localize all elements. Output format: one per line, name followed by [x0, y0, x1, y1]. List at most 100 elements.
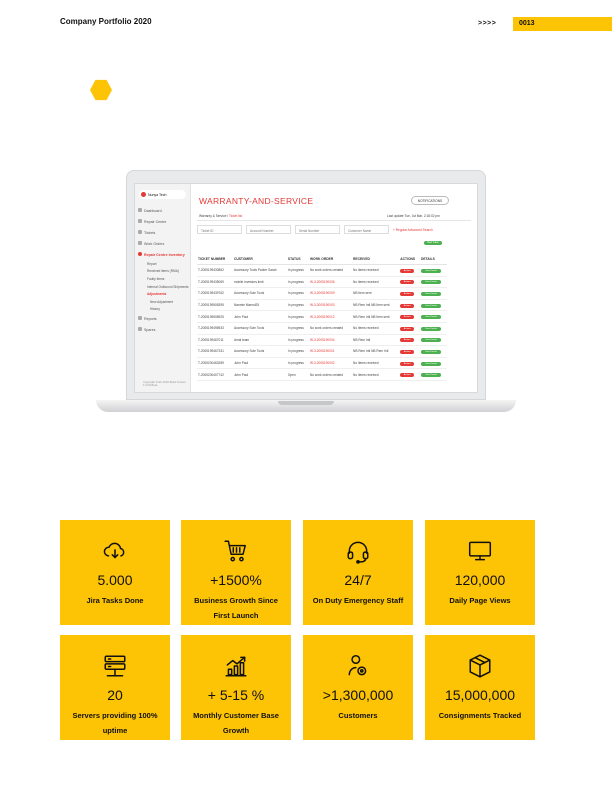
- growth-chart-icon: [223, 653, 249, 679]
- sidebar-item-dashboard: Dashboard: [135, 205, 190, 216]
- page-number-badge: 0013: [513, 17, 612, 31]
- details-cell: View Details: [419, 287, 447, 300]
- sidebar-item-work-orders: Work Orders: [135, 238, 190, 249]
- sidebar-sub-report: Report: [147, 261, 157, 266]
- table-cell: T-2005199498933: [197, 322, 233, 335]
- cloud-download-icon: [102, 538, 128, 564]
- actions-button: Actions: [400, 291, 415, 296]
- view-details-button: View Details: [420, 361, 441, 366]
- table-cell: Amal team: [232, 334, 287, 347]
- table-cell: mobile investors.limit: [232, 276, 287, 289]
- actions-cell: Actions: [399, 368, 420, 381]
- table-row: T-2005199430862 Accessory Tools Parker Sa…: [197, 264, 447, 277]
- table-cell: John Paul: [232, 357, 287, 370]
- table-row: T-2005200407742 John Paul Open No work orde…: [197, 368, 447, 381]
- table-cell: W-3-2005190003: [308, 299, 353, 312]
- details-cell: View Details: [419, 357, 447, 370]
- actions-cell: Actions: [399, 334, 420, 347]
- column-header: ACTIONS: [399, 254, 420, 265]
- sidebar-item-reports: Reports: [135, 313, 190, 324]
- table-cell: Accessory Sole Tools: [232, 322, 287, 335]
- shopping-cart-icon: [223, 538, 249, 564]
- package-icon: [467, 653, 493, 679]
- view-details-button: View Details: [420, 280, 441, 285]
- details-cell: View Details: [419, 322, 447, 335]
- actions-cell: Actions: [399, 322, 420, 335]
- details-cell: View Details: [419, 299, 447, 312]
- stat-label: On Duty Emergency Staff: [312, 596, 404, 605]
- view-details-button: View Details: [420, 291, 441, 296]
- actions-cell: Actions: [399, 287, 420, 300]
- stat-card-jira-tasks: 5.000 Jira Tasks Done: [60, 520, 170, 625]
- actions-cell: Actions: [399, 357, 420, 370]
- table-cell: W-3-2005190004: [308, 334, 353, 347]
- column-header: CUSTOMER: [232, 254, 287, 265]
- table-cell: Accessory Sole Tools: [232, 287, 287, 300]
- stat-value: 20: [107, 687, 123, 703]
- column-header: DETAILS: [419, 254, 447, 265]
- work-order-icon: [138, 241, 142, 245]
- table-row: T-2005199435069 mobile investors.limit In …: [197, 276, 447, 289]
- stat-label: Jira Tasks Done: [86, 596, 144, 605]
- view-details-button: View Details: [420, 326, 441, 331]
- headset-icon: [345, 538, 371, 564]
- table-cell: T-2005199467011: [197, 334, 233, 347]
- table-cell: Accessory Tools Parker Sarah: [232, 264, 287, 277]
- actions-button: Actions: [400, 349, 415, 354]
- brand-switcher: Nunya Tech: [139, 190, 186, 199]
- app-page-title: WARRANTY-AND-SERVICE: [199, 196, 314, 206]
- table-cell: T-2005199508925: [197, 310, 233, 323]
- table-cell: In progress: [286, 287, 309, 300]
- table-cell: W-3-2005190012: [308, 310, 353, 323]
- details-cell: View Details: [419, 345, 447, 358]
- actions-button: Actions: [400, 268, 415, 273]
- actions-cell: Actions: [399, 345, 420, 358]
- stat-card-customers: >1,300,000 Customers: [303, 635, 413, 740]
- details-cell: View Details: [419, 310, 447, 323]
- table-cell: No work orders created: [308, 322, 353, 335]
- stat-value: + 5-15 %: [207, 687, 265, 703]
- advanced-search-link: + Regular Advanced Search: [393, 228, 433, 232]
- table-row: T-2005199467011 Amal team In progress W-3-2…: [197, 334, 447, 347]
- stat-card-page-views: 120,000 Daily Page Views: [425, 520, 535, 625]
- actions-cell: Actions: [399, 299, 420, 312]
- table-cell: T-2005199435069: [197, 276, 233, 289]
- stat-value: 15,000,000: [444, 687, 516, 703]
- table-cell: No items received: [352, 276, 400, 289]
- table-cell: W-3-2005190009: [308, 287, 353, 300]
- table-row: T-2005199498933 Accessory Sole Tools In pr…: [197, 322, 447, 335]
- sidebar-item-inventory: Repair Centre Inventory: [135, 249, 190, 260]
- sidebar-sub-history: History: [150, 307, 160, 312]
- table-cell: No items received: [352, 264, 400, 277]
- table-cell: NB Rem Intl NB Item sent: [352, 299, 400, 312]
- user-settings-icon: [345, 653, 371, 679]
- table-cell: T-2005199508395: [197, 299, 233, 312]
- stat-label: Servers providing 100% uptime: [72, 711, 158, 735]
- monitor-icon: [467, 538, 493, 564]
- inventory-icon: [138, 252, 142, 256]
- actions-cell: Actions: [399, 310, 420, 323]
- server-icon: [102, 653, 128, 679]
- filter-bar: Ticket ID Account Number Serial Number C…: [197, 225, 433, 234]
- table-row: T-2005199508925 John Paul In progress W-3-2…: [197, 310, 447, 323]
- last-update-text: Last update Tue, 1st Mar, 2:18:02 pm: [387, 214, 440, 218]
- dashboard-icon: [138, 208, 142, 212]
- stat-value: >1,300,000: [322, 687, 394, 703]
- stat-label: Daily Page Views: [449, 596, 511, 605]
- table-cell: In progress: [286, 345, 309, 358]
- table-cell: Open: [286, 368, 309, 381]
- table-cell: T-2005199430862: [197, 264, 233, 277]
- view-details-button: View Details: [420, 373, 441, 378]
- table-body: T-2005199430862 Accessory Tools Parker Sa…: [197, 264, 447, 381]
- sidebar-sub-new-adjustment: New Adjustment: [150, 299, 174, 304]
- sidebar-sub-adjustments: Adjustments: [147, 292, 167, 297]
- actions-button: Actions: [400, 373, 415, 378]
- copyright-text: Copyright Jirah 2020 Build Version 1.6.0…: [143, 379, 186, 388]
- view-details-button: View Details: [420, 315, 441, 320]
- view-details-button: View Details: [420, 303, 441, 308]
- table-cell: NB Item sent: [352, 287, 400, 300]
- details-cell: View Details: [419, 334, 447, 347]
- sidebar-item-tickets: Tickets: [135, 227, 190, 238]
- repair-icon: [138, 219, 142, 223]
- stat-value: +1500%: [210, 572, 262, 588]
